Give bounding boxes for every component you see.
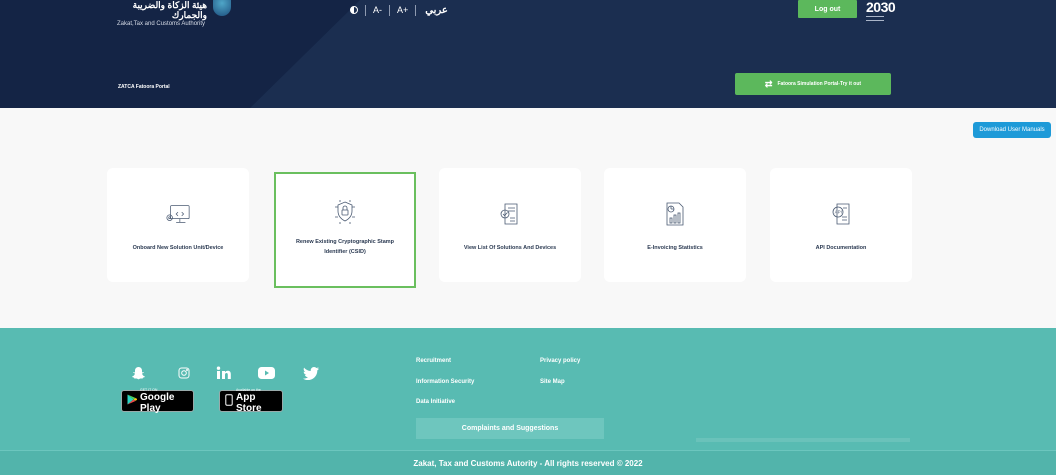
portal-title: ZATCA Fatoora Portal [118, 84, 170, 90]
monitor-gear-icon [165, 202, 191, 226]
footer-link-privacy-policy[interactable]: Privacy policy [540, 358, 580, 364]
bar-chart-document-icon [662, 202, 688, 226]
logo-english-name: Zakat,Tax and Customs Authority [117, 21, 206, 27]
card-api-documentation[interactable]: API API Documentation [770, 168, 912, 282]
logout-button[interactable]: Log out [798, 0, 857, 18]
app-store-big-text: App Store [236, 392, 262, 414]
swap-arrows-icon: ⇄ [764, 78, 773, 89]
increase-font-button[interactable]: A+ [397, 5, 408, 15]
tools-divider [365, 4, 366, 16]
logo-text: هيئة الزكاة والضريبة والجمارك Zakat,Tax … [117, 0, 207, 28]
header-diagonal-panel [250, 0, 1056, 108]
shield-lock-icon [332, 200, 358, 224]
card-label: Renew Existing Cryptographic Stamp Ident… [295, 239, 395, 255]
card-view-solutions[interactable]: View List Of Solutions And Devices [439, 168, 581, 282]
simulation-portal-button[interactable]: ⇄ Fatoora Simulation Portal-Try it out [735, 73, 891, 95]
footer-link-recruitment[interactable]: Recruitment [416, 358, 451, 364]
card-label: View List Of Solutions And Devices [463, 245, 557, 251]
footer-link-information-security[interactable]: Information Security [416, 379, 474, 385]
linkedin-icon[interactable] [214, 365, 232, 381]
vision-2030-logo: 2030 ▬▬▬▬▬▬ ▬▬▬▬▬▬ [866, 0, 906, 22]
snapchat-icon[interactable] [130, 365, 146, 381]
card-renew-csid[interactable]: Renew Existing Cryptographic Stamp Ident… [274, 172, 416, 288]
instagram-icon[interactable] [176, 365, 192, 381]
google-play-big-text: Google Play [140, 392, 175, 414]
logo-arabic-name: هيئة الزكاة والضريبة والجمارك [132, 0, 207, 20]
language-switch-link[interactable]: عربي [425, 5, 448, 16]
tools-divider [389, 4, 390, 16]
google-play-badge[interactable]: GET IT ON Google Play [121, 388, 194, 414]
download-user-manuals-button[interactable]: Download User Manuals [973, 122, 1051, 138]
card-einvoicing-statistics[interactable]: E-Invoicing Statistics [604, 168, 746, 282]
accessibility-tools: A- A+ عربي [350, 4, 448, 16]
footer-link-site-map[interactable]: Site Map [540, 379, 565, 385]
google-play-icon [127, 394, 138, 408]
google-play-text: GET IT ON Google Play [140, 388, 188, 414]
footer-link-data-initiative[interactable]: Data Initiative [416, 399, 455, 405]
complaints-suggestions-button[interactable]: Complaints and Suggestions [416, 418, 604, 439]
tools-divider [415, 4, 417, 16]
card-label: API Documentation [815, 245, 867, 251]
contrast-toggle-icon[interactable] [350, 6, 358, 14]
app-store-text: Available on the App Store [236, 388, 277, 414]
youtube-icon[interactable] [257, 365, 275, 381]
phone-icon [225, 393, 233, 409]
copyright-text: Zakat, Tax and Customs Autority - All ri… [413, 458, 643, 468]
document-check-icon [497, 202, 523, 226]
vision-subtext-lines: ▬▬▬▬▬▬ ▬▬▬▬▬▬ [866, 14, 884, 22]
svg-text:API: API [835, 210, 842, 215]
decrease-font-button[interactable]: A- [373, 5, 382, 15]
footer-faint-bar [696, 438, 910, 442]
api-document-icon: API [828, 202, 854, 226]
card-label: Onboard New Solution Unit/Device [132, 245, 224, 251]
vision-number: 2030 [866, 0, 896, 15]
app-store-badge[interactable]: Available on the App Store [219, 388, 283, 414]
card-onboard-new-solution[interactable]: Onboard New Solution Unit/Device [107, 168, 249, 282]
twitter-icon[interactable] [302, 365, 320, 381]
copyright-bar: Zakat, Tax and Customs Autority - All ri… [0, 450, 1056, 475]
zatca-logo[interactable]: هيئة الزكاة والضريبة والجمارك Zakat,Tax … [117, 0, 231, 28]
simulation-portal-label: Fatoora Simulation Portal-Try it out [777, 81, 862, 87]
card-label: E-Invoicing Statistics [647, 245, 703, 251]
logo-emblem-icon [213, 0, 231, 16]
